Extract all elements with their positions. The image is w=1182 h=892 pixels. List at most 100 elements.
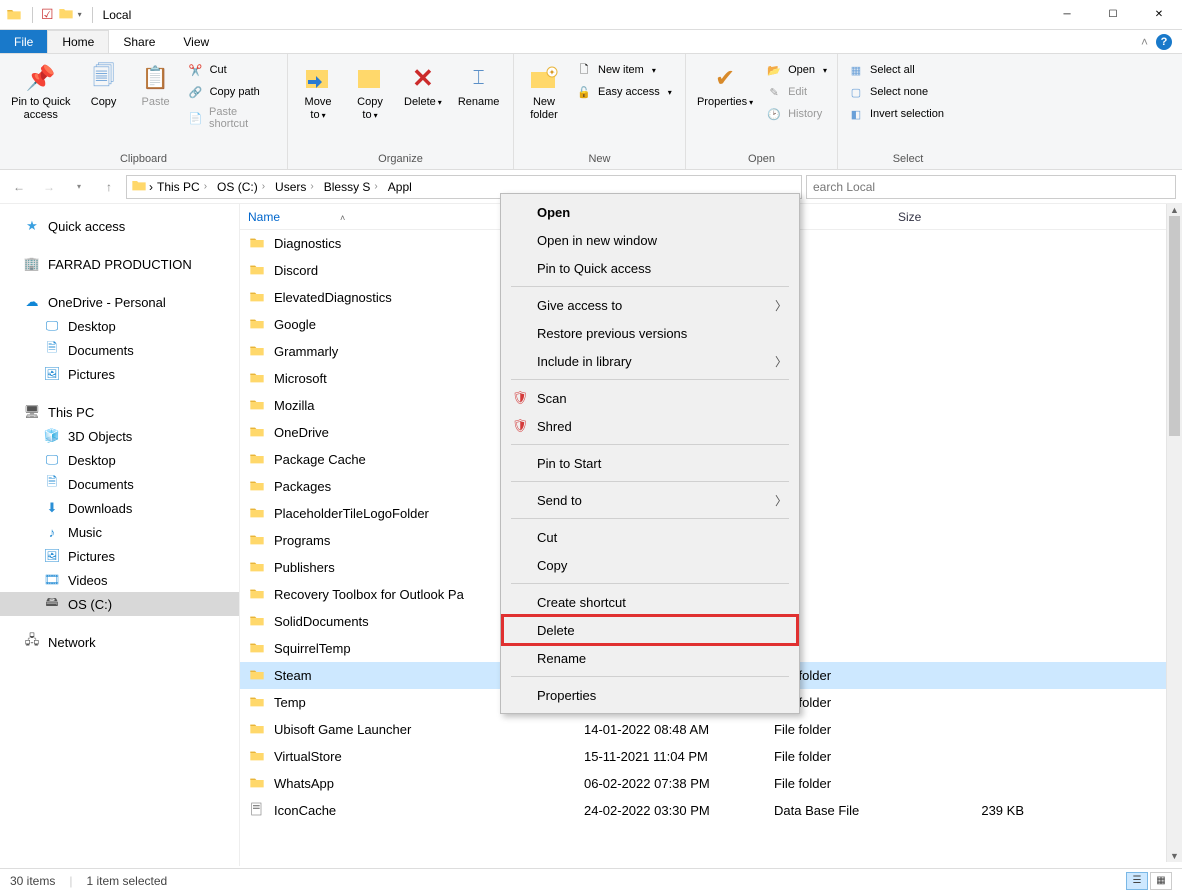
minimize-button[interactable]: ─ bbox=[1044, 0, 1090, 30]
select-all-button[interactable]: ▦Select all bbox=[844, 60, 948, 80]
nav-documents[interactable]: 🗎Documents bbox=[0, 472, 239, 496]
open-button[interactable]: 📂Open▾ bbox=[762, 60, 831, 80]
nav-quick-access[interactable]: ★Quick access bbox=[0, 214, 239, 238]
copy-to-button[interactable]: Copy to▾ bbox=[346, 58, 394, 126]
copy-path-button[interactable]: 🔗Copy path bbox=[184, 82, 281, 102]
cut-button[interactable]: ✂️Cut bbox=[184, 60, 281, 80]
nav-onedrive-documents[interactable]: 🗎Documents bbox=[0, 338, 239, 362]
maximize-button[interactable]: ☐ bbox=[1090, 0, 1136, 30]
up-button[interactable]: ↑ bbox=[96, 174, 122, 200]
easy-access-icon: 🔓 bbox=[576, 84, 592, 100]
context-menu-item[interactable]: Properties bbox=[503, 681, 797, 709]
details-view-button[interactable]: ☰ bbox=[1126, 872, 1148, 890]
breadcrumb[interactable]: Appl bbox=[386, 180, 414, 194]
nav-pictures[interactable]: 🖼Pictures bbox=[0, 544, 239, 568]
nav-onedrive-desktop[interactable]: 🖵Desktop bbox=[0, 314, 239, 338]
move-to-icon bbox=[302, 62, 334, 94]
paste-shortcut-icon: 📄 bbox=[188, 110, 203, 126]
context-menu-label: Include in library bbox=[537, 354, 632, 369]
pin-icon: 📌 bbox=[25, 62, 57, 94]
tab-view[interactable]: View bbox=[169, 30, 223, 53]
new-folder-button[interactable]: ✦ New folder bbox=[520, 58, 568, 126]
large-icons-view-button[interactable]: ▦ bbox=[1150, 872, 1172, 890]
move-to-button[interactable]: Move to▾ bbox=[294, 58, 342, 126]
drive-icon: 🖴 bbox=[44, 596, 60, 612]
help-icon[interactable]: ? bbox=[1156, 34, 1172, 50]
tab-share[interactable]: Share bbox=[109, 30, 169, 53]
context-menu-item[interactable]: Pin to Quick access bbox=[503, 254, 797, 282]
breadcrumb[interactable]: OS (C:)› bbox=[215, 180, 271, 194]
search-input[interactable]: earch Local bbox=[806, 175, 1176, 199]
close-button[interactable]: ✕ bbox=[1136, 0, 1182, 30]
nav-onedrive-pictures[interactable]: 🖼Pictures bbox=[0, 362, 239, 386]
paste-button[interactable]: 📋 Paste bbox=[132, 58, 180, 113]
tab-home[interactable]: Home bbox=[47, 30, 109, 53]
table-row[interactable]: IconCache24-02-2022 03:30 PMData Base Fi… bbox=[240, 797, 1182, 824]
context-menu-item[interactable]: Create shortcut bbox=[503, 588, 797, 616]
nav-videos[interactable]: 🎞Videos bbox=[0, 568, 239, 592]
scroll-down-icon[interactable]: ▼ bbox=[1167, 850, 1182, 862]
table-row[interactable]: VirtualStore15-11-2021 11:04 PMFile fold… bbox=[240, 743, 1182, 770]
context-menu-item[interactable]: Give access to〉 bbox=[503, 291, 797, 319]
nav-desktop[interactable]: 🖵Desktop bbox=[0, 448, 239, 472]
nav-downloads[interactable]: ⬇Downloads bbox=[0, 496, 239, 520]
new-item-button[interactable]: 🗋New item▾ bbox=[572, 60, 676, 80]
file-type: File folder bbox=[774, 776, 924, 791]
collapse-ribbon-icon[interactable]: ˄ bbox=[1141, 35, 1148, 49]
context-menu-item[interactable]: Delete bbox=[503, 616, 797, 644]
copy-button[interactable]: 🗐 Copy bbox=[80, 58, 128, 113]
history-button[interactable]: 🕑History bbox=[762, 104, 831, 124]
pin-to-quick-access-button[interactable]: 📌 Pin to Quick access bbox=[6, 58, 76, 126]
context-menu-item[interactable]: Send to〉 bbox=[503, 486, 797, 514]
breadcrumb[interactable]: Users› bbox=[273, 180, 320, 194]
folder-icon bbox=[58, 5, 74, 24]
context-menu-item[interactable]: 🛡Scan bbox=[503, 384, 797, 412]
scrollbar-thumb[interactable] bbox=[1169, 216, 1180, 436]
folder-icon bbox=[248, 450, 266, 469]
downloads-icon: ⬇ bbox=[44, 500, 60, 516]
videos-icon: 🎞 bbox=[44, 572, 60, 588]
navigation-pane: ★Quick access 🏢FARRAD PRODUCTION ☁OneDri… bbox=[0, 204, 240, 866]
context-menu-item[interactable]: Restore previous versions bbox=[503, 319, 797, 347]
nav-this-pc[interactable]: 🖥This PC bbox=[0, 400, 239, 424]
qat-dropdown-icon[interactable]: ▾ bbox=[78, 10, 82, 19]
breadcrumb[interactable]: This PC› bbox=[155, 180, 213, 194]
folder-icon bbox=[248, 612, 266, 631]
easy-access-button[interactable]: 🔓Easy access▾ bbox=[572, 82, 676, 102]
rename-button[interactable]: ⌶ Rename bbox=[452, 58, 506, 113]
back-button[interactable]: ← bbox=[6, 174, 32, 200]
tab-file[interactable]: File bbox=[0, 30, 47, 53]
nav-music[interactable]: ♪Music bbox=[0, 520, 239, 544]
nav-3d-objects[interactable]: 🧊3D Objects bbox=[0, 424, 239, 448]
table-row[interactable]: WhatsApp06-02-2022 07:38 PMFile folder bbox=[240, 770, 1182, 797]
table-row[interactable]: Ubisoft Game Launcher14-01-2022 08:48 AM… bbox=[240, 716, 1182, 743]
forward-button[interactable]: → bbox=[36, 174, 62, 200]
context-menu-separator bbox=[511, 676, 789, 677]
context-menu-item[interactable]: Pin to Start bbox=[503, 449, 797, 477]
qat-checkbox-icon[interactable]: ☑ bbox=[41, 6, 54, 23]
invert-selection-button[interactable]: ◧Invert selection bbox=[844, 104, 948, 124]
properties-button[interactable]: ✔ Properties▾ bbox=[692, 58, 758, 113]
nav-network[interactable]: 🖧Network bbox=[0, 630, 239, 654]
context-menu-item[interactable]: Cut bbox=[503, 523, 797, 551]
nav-farrad[interactable]: 🏢FARRAD PRODUCTION bbox=[0, 252, 239, 276]
scroll-up-icon[interactable]: ▲ bbox=[1167, 204, 1182, 216]
cut-icon: ✂️ bbox=[188, 62, 204, 78]
nav-onedrive[interactable]: ☁OneDrive - Personal bbox=[0, 290, 239, 314]
copy-path-icon: 🔗 bbox=[188, 84, 204, 100]
delete-button[interactable]: ✕ Delete▾ bbox=[398, 58, 448, 113]
vertical-scrollbar[interactable]: ▲ ▼ bbox=[1166, 204, 1182, 862]
recent-locations-button[interactable]: ▾ bbox=[66, 174, 92, 200]
context-menu-item[interactable]: Include in library〉 bbox=[503, 347, 797, 375]
edit-button[interactable]: ✎Edit bbox=[762, 82, 831, 102]
breadcrumb[interactable]: Blessy S› bbox=[322, 180, 384, 194]
context-menu-item[interactable]: Rename bbox=[503, 644, 797, 672]
nav-os-c[interactable]: 🖴OS (C:) bbox=[0, 592, 239, 616]
select-none-button[interactable]: ▢Select none bbox=[844, 82, 948, 102]
context-menu-item[interactable]: Open in new window bbox=[503, 226, 797, 254]
context-menu-item[interactable]: Open bbox=[503, 198, 797, 226]
context-menu-item[interactable]: Copy bbox=[503, 551, 797, 579]
context-menu-item[interactable]: 🛡Shred bbox=[503, 412, 797, 440]
paste-shortcut-button[interactable]: 📄Paste shortcut bbox=[184, 104, 281, 132]
folder-icon bbox=[248, 423, 266, 442]
